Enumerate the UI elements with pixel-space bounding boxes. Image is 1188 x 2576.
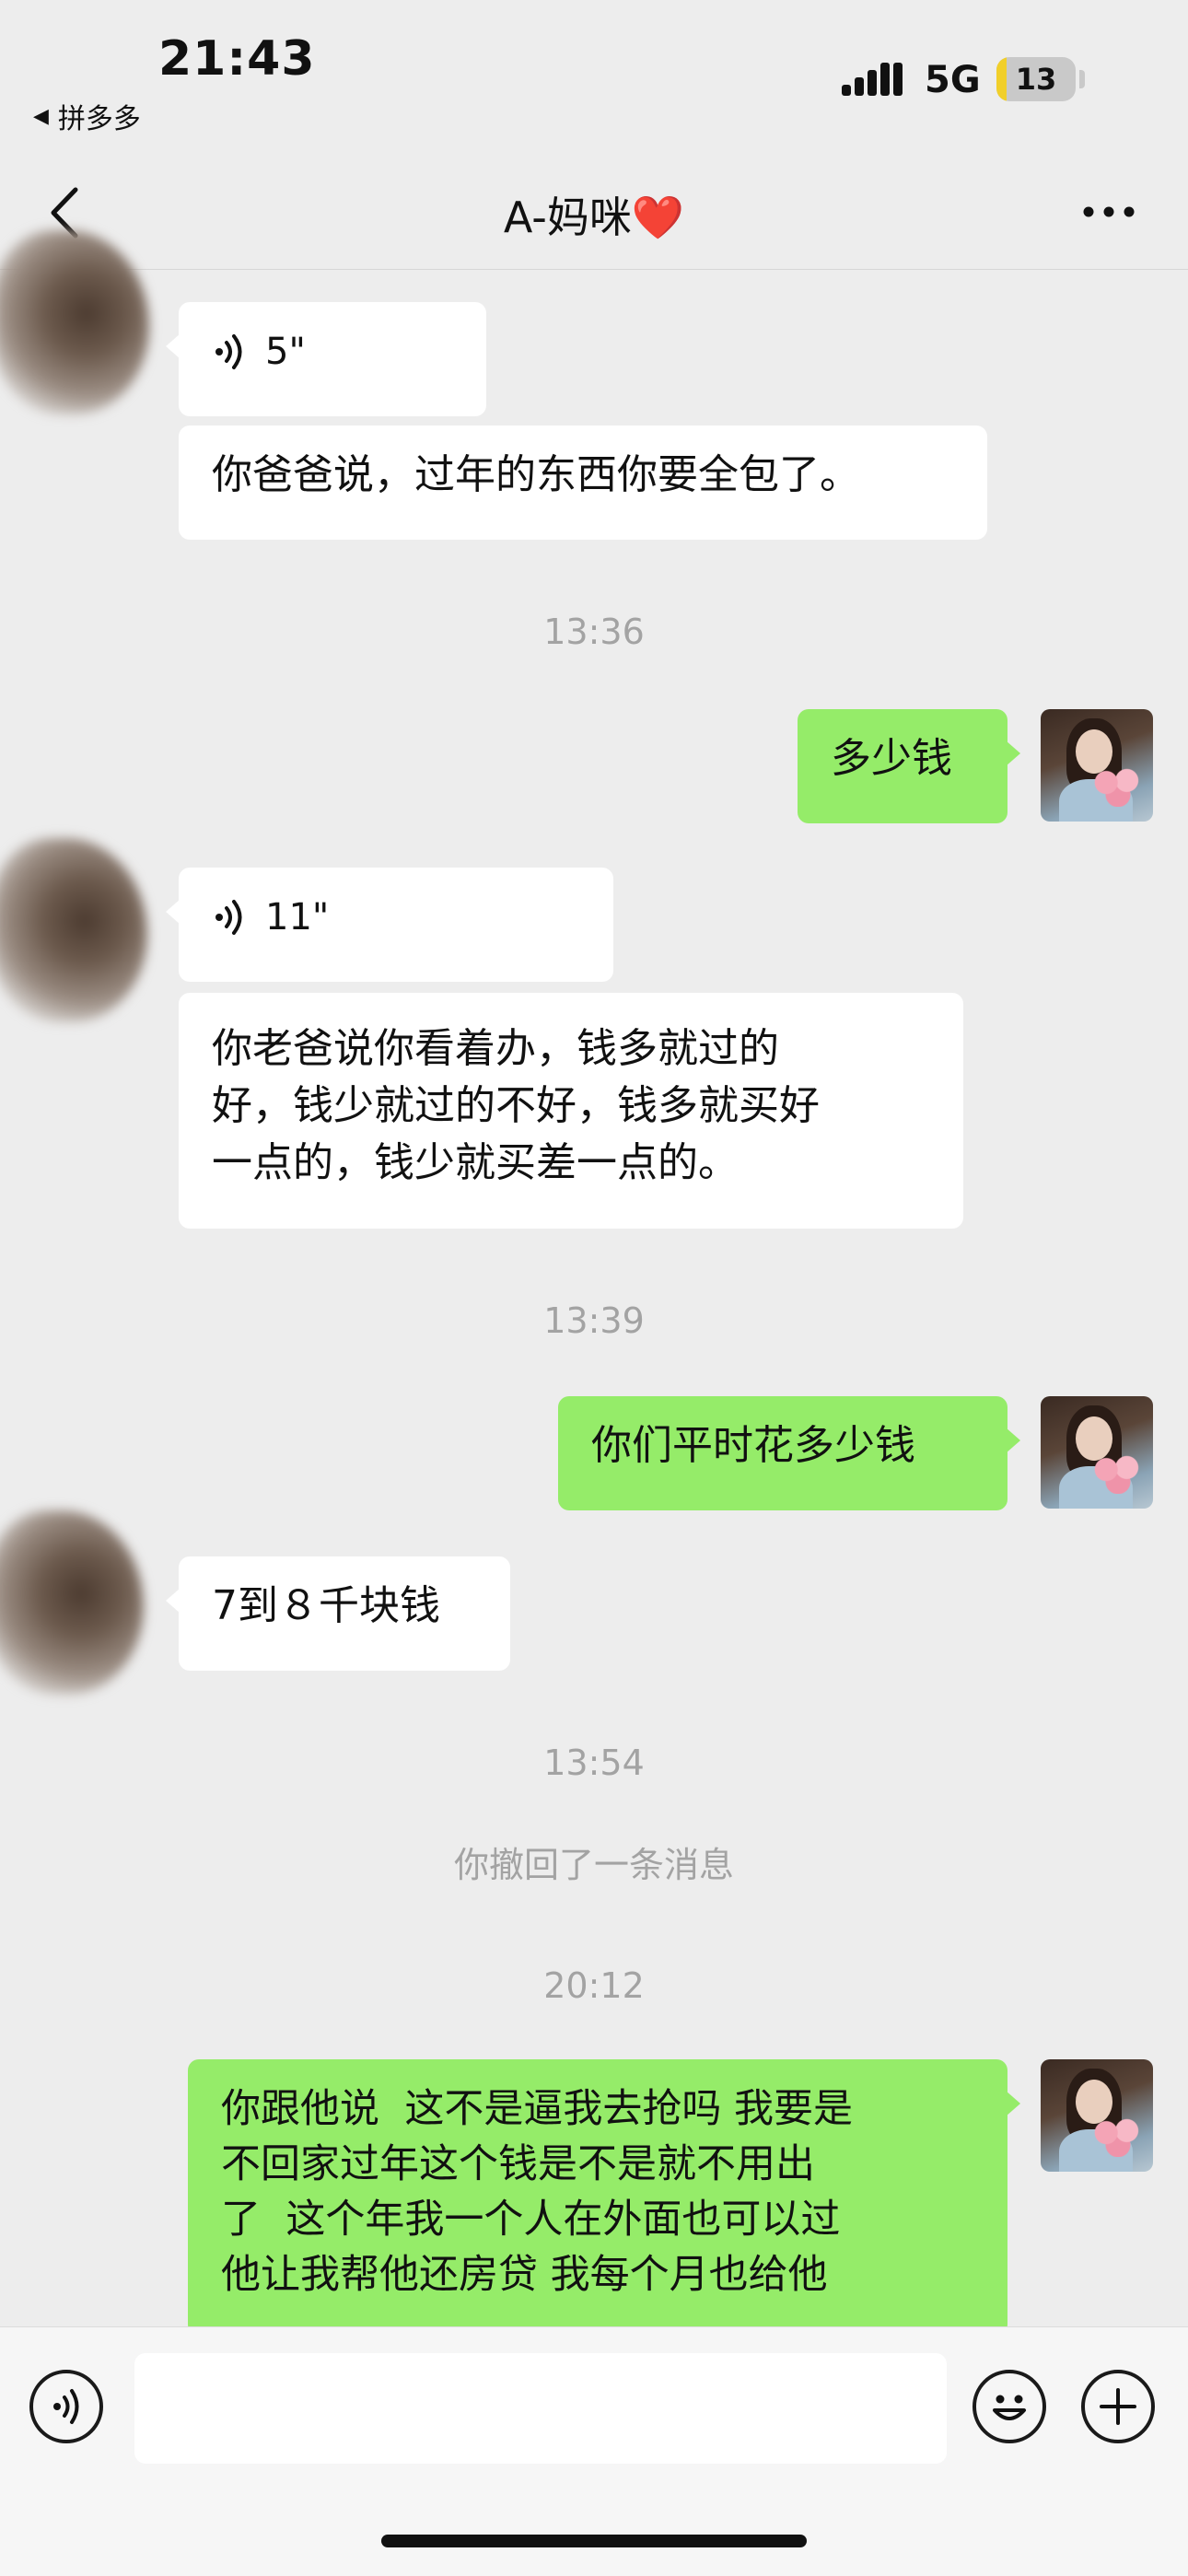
contact-avatar[interactable]	[0, 838, 147, 1022]
network-type: 5G	[925, 59, 981, 101]
voice-wave-icon	[215, 900, 242, 935]
chat-header: A-妈咪❤️	[0, 157, 1188, 270]
status-bar: 21:43 ◀ 拼多多 5G 13	[0, 0, 1188, 138]
back-to-app-link[interactable]: ◀ 拼多多	[33, 96, 141, 136]
voice-message[interactable]: 5"	[166, 302, 486, 416]
message-text: 7到８千块钱	[212, 1582, 440, 1629]
heart-emoji: ❤️	[631, 192, 685, 242]
battery-icon: 13	[996, 57, 1076, 101]
my-text-message[interactable]: 你们平时花多少钱	[558, 1396, 1020, 1510]
timestamp: 13:39	[543, 1300, 645, 1341]
timestamp: 13:36	[543, 612, 645, 652]
message-line: 好，钱少就过的不好，钱多就买好	[212, 1082, 820, 1129]
chat-title: A-妈咪❤️	[0, 184, 1188, 245]
message-line: 不回家过年这个钱是不是就不用出	[221, 2141, 815, 2187]
voice-wave-icon	[215, 334, 242, 369]
message-line: 了 这个年我一个人在外面也可以过	[221, 2197, 841, 2243]
more-dots-icon[interactable]	[1079, 193, 1138, 230]
message-input[interactable]	[134, 2353, 947, 2464]
voice-duration: 11"	[265, 896, 330, 938]
recalled-notice: 你撤回了一条消息	[453, 1845, 734, 1885]
status-time: 21:43	[158, 31, 316, 87]
my-avatar[interactable]	[1041, 709, 1153, 822]
voice-input-icon[interactable]	[29, 2370, 103, 2443]
back-triangle-icon: ◀	[33, 104, 49, 128]
contact-avatar[interactable]	[0, 1510, 144, 1695]
voice-duration: 5"	[265, 331, 306, 373]
message-text: 你们平时花多少钱	[591, 1422, 915, 1469]
text-message[interactable]: 你老爸说你看着办，钱多就过的 好，钱少就过的不好，钱多就买好 一点的，钱少就买差…	[179, 993, 963, 1229]
message-line: 你跟他说 这不是逼我去抢吗 我要是	[221, 2086, 854, 2132]
back-app-label: 拼多多	[57, 103, 141, 135]
my-text-message[interactable]: 多少钱	[798, 709, 1020, 823]
my-avatar[interactable]	[1041, 2059, 1153, 2172]
my-text-message[interactable]: 你跟他说 这不是逼我去抢吗 我要是 不回家过年这个钱是不是就不用出 了 这个年我…	[188, 2059, 1020, 2336]
battery-cap	[1079, 70, 1085, 88]
message-text: 多少钱	[831, 735, 952, 782]
message-line: 一点的，钱少就买差一点的。	[212, 1139, 739, 1186]
contact-name: A-妈咪	[503, 192, 632, 242]
timestamp: 20:12	[543, 1965, 645, 2006]
plus-icon[interactable]	[1081, 2370, 1155, 2443]
message-line: 他让我帮他还房贷 我每个月也给他	[221, 2252, 828, 2298]
cellular-signal-icon	[842, 63, 903, 96]
home-indicator[interactable]	[381, 2535, 807, 2547]
emoji-icon[interactable]	[973, 2370, 1046, 2443]
battery-percent: 13	[1015, 62, 1057, 97]
text-message[interactable]: 7到８千块钱	[166, 1556, 510, 1671]
voice-message[interactable]: 11"	[166, 868, 613, 982]
text-message[interactable]: 你爸爸说，过年的东西你要全包了。	[179, 425, 987, 540]
message-line: 你老爸说你看着办，钱多就过的	[212, 1025, 779, 1072]
my-avatar[interactable]	[1041, 1396, 1153, 1509]
message-text: 你爸爸说，过年的东西你要全包了。	[212, 451, 860, 498]
timestamp: 13:54	[543, 1743, 645, 1783]
